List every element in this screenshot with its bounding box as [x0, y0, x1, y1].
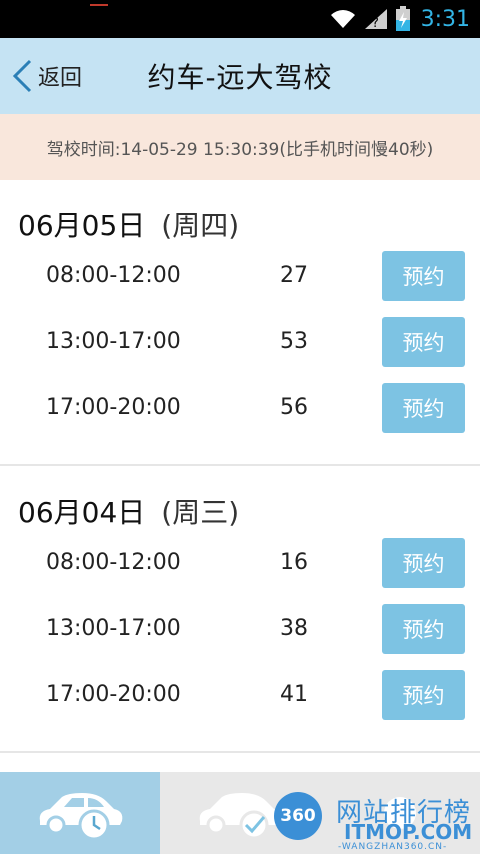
slot-time: 13:00-17:00: [46, 329, 181, 354]
tab-booking[interactable]: [0, 772, 160, 854]
school-time-banner: 驾校时间:14-05-29 15:30:39(比手机时间慢40秒): [0, 114, 480, 180]
day-section: 06月05日 (周四) 08:00-12:00 27 预约 13:00-17:00…: [0, 180, 480, 466]
day-weekday: (周三): [161, 496, 240, 529]
book-button[interactable]: 预约: [382, 251, 465, 301]
status-bar: ? 3:31: [0, 0, 480, 38]
title-bar: 约车-远大驾校 返回: [0, 38, 480, 114]
clock: 3:31: [420, 6, 470, 32]
slot-time: 08:00-12:00: [46, 550, 181, 575]
watermark-domain: ITMOP.COM: [344, 820, 473, 844]
school-time-text: 驾校时间:14-05-29 15:30:39(比手机时间慢40秒): [46, 139, 434, 160]
slot-time: 17:00-20:00: [46, 682, 181, 707]
slot-count: 27: [280, 263, 308, 288]
time-slot-row: 17:00-20:00 41 预约: [0, 670, 480, 720]
book-button[interactable]: 预约: [382, 604, 465, 654]
time-slot-row: 17:00-20:00 56 预约: [0, 383, 480, 433]
chevron-left-icon: [12, 59, 32, 93]
svg-text:?: ?: [372, 16, 379, 31]
time-slot-row: 08:00-12:00 16 预约: [0, 538, 480, 588]
slot-count: 41: [280, 682, 308, 707]
book-button[interactable]: 预约: [382, 670, 465, 720]
book-button[interactable]: 预约: [382, 317, 465, 367]
slot-time: 08:00-12:00: [46, 263, 181, 288]
section-divider: [0, 464, 480, 466]
watermark-badge: 360: [274, 792, 322, 840]
signal-icon: ?: [363, 7, 389, 31]
slot-count: 38: [280, 616, 308, 641]
watermark-sub: -WANGZHAN360.CN-: [338, 842, 448, 852]
day-header: 06月05日 (周四): [18, 204, 239, 244]
slot-count: 53: [280, 329, 308, 354]
book-button[interactable]: 预约: [382, 383, 465, 433]
time-slot-row: 13:00-17:00 38 预约: [0, 604, 480, 654]
book-button[interactable]: 预约: [382, 538, 465, 588]
status-icons: ? 3:31: [329, 0, 470, 38]
wifi-icon: [329, 8, 357, 30]
day-section: 06月04日 (周三) 08:00-12:00 16 预约 13:00-17:00…: [0, 467, 480, 751]
watermark: 360 网站排行榜 ITMOP.COM -WANGZHAN360.CN-: [274, 790, 480, 852]
slot-time: 13:00-17:00: [46, 616, 181, 641]
slot-count: 56: [280, 395, 308, 420]
battery-charging-icon: [395, 6, 411, 32]
day-date: 06月04日: [18, 496, 146, 529]
slot-count: 16: [280, 550, 308, 575]
notification-indicator: [90, 4, 108, 6]
day-header: 06月04日 (周三): [18, 491, 239, 531]
car-clock-icon: [39, 793, 123, 841]
time-slot-row: 13:00-17:00 53 预约: [0, 317, 480, 367]
time-slot-row: 08:00-12:00 27 预约: [0, 251, 480, 301]
back-label: 返回: [38, 66, 83, 91]
back-button[interactable]: 返回: [10, 54, 82, 98]
day-date: 06月05日: [18, 209, 146, 242]
slot-time: 17:00-20:00: [46, 395, 181, 420]
day-weekday: (周四): [161, 209, 240, 242]
section-divider: [0, 751, 480, 753]
